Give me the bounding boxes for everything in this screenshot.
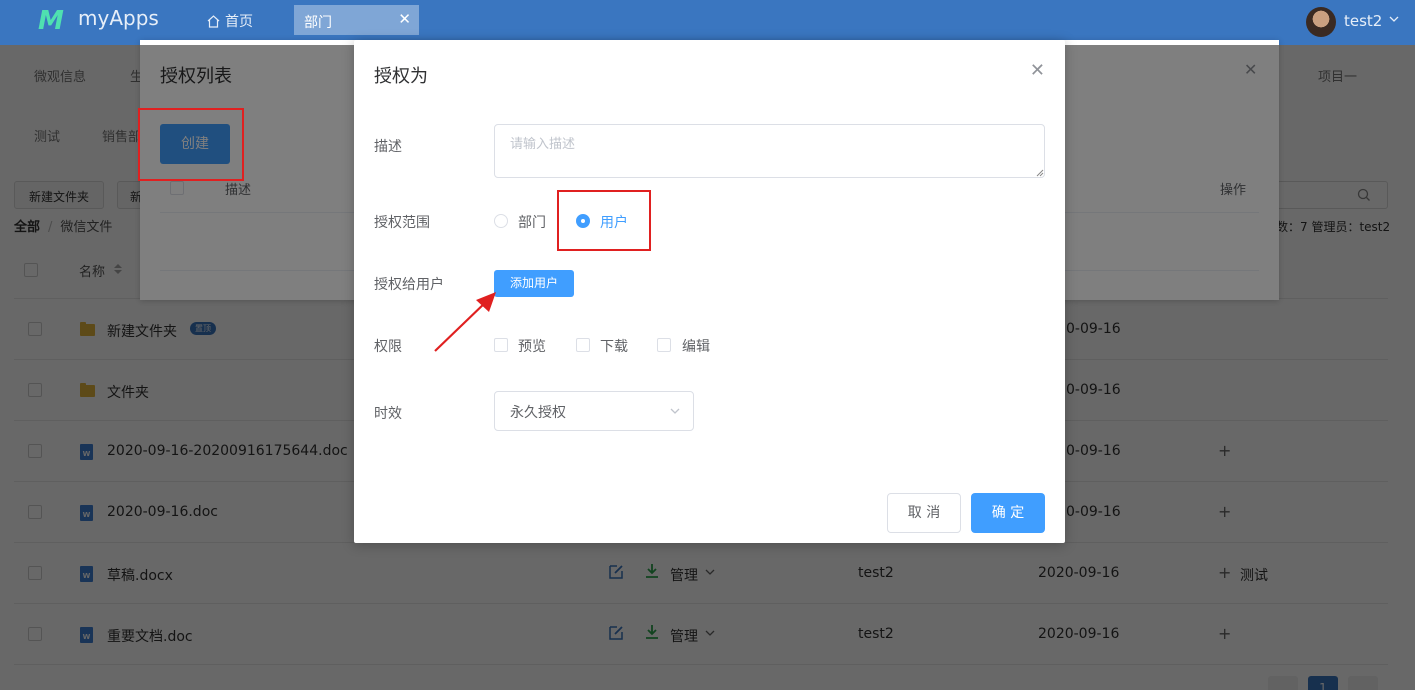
desc-placeholder: 请输入描述 <box>510 137 576 152</box>
home-icon <box>207 15 220 28</box>
home-label: 首页 <box>225 14 253 30</box>
validity-select[interactable]: 永久授权 <box>494 391 694 431</box>
top-bar: M myApps 首页 部门 ✕ test2 <box>0 0 1415 45</box>
add-user-button[interactable]: 添加用户 <box>494 270 574 297</box>
resize-handle-icon[interactable] <box>1036 169 1044 177</box>
app-logo-icon: M <box>38 6 64 36</box>
highlight-box <box>557 190 651 251</box>
scope-radio-department[interactable] <box>494 214 508 228</box>
home-nav[interactable]: 首页 <box>207 11 253 31</box>
validity-value: 永久授权 <box>510 405 566 421</box>
desc-textarea[interactable]: 请输入描述 <box>494 124 1045 178</box>
perm-option-download[interactable]: 下载 <box>600 336 628 356</box>
validity-label: 时效 <box>374 406 402 422</box>
confirm-button[interactable]: 确 定 <box>971 493 1045 533</box>
app-name: myApps <box>78 6 159 30</box>
tab-label: 部门 <box>304 15 332 31</box>
close-icon[interactable]: ✕ <box>1030 60 1045 81</box>
chevron-down-icon <box>670 408 680 414</box>
dialog-title: 授权为 <box>374 66 428 87</box>
highlight-box <box>138 108 244 181</box>
perm-option-preview[interactable]: 预览 <box>518 336 546 356</box>
chevron-down-icon[interactable] <box>1388 13 1400 25</box>
arrow-annotation-icon <box>434 292 496 352</box>
perm-option-edit[interactable]: 编辑 <box>682 336 710 356</box>
cancel-button[interactable]: 取 消 <box>887 493 961 533</box>
user-name[interactable]: test2 <box>1344 12 1382 30</box>
scope-option-department[interactable]: 部门 <box>518 212 546 232</box>
permission-label: 权限 <box>374 339 402 355</box>
perm-checkbox-edit[interactable] <box>657 338 671 352</box>
tab-department[interactable]: 部门 ✕ <box>294 5 419 35</box>
desc-label: 描述 <box>374 139 402 155</box>
perm-checkbox-download[interactable] <box>576 338 590 352</box>
tab-close-icon[interactable]: ✕ <box>398 10 411 28</box>
scope-label: 授权范围 <box>374 215 430 231</box>
avatar[interactable] <box>1306 7 1336 37</box>
authorize-dialog: 授权为 ✕ 描述 请输入描述 授权范围 部门 用户 授权给用户 添加用户 权限 … <box>354 40 1065 543</box>
